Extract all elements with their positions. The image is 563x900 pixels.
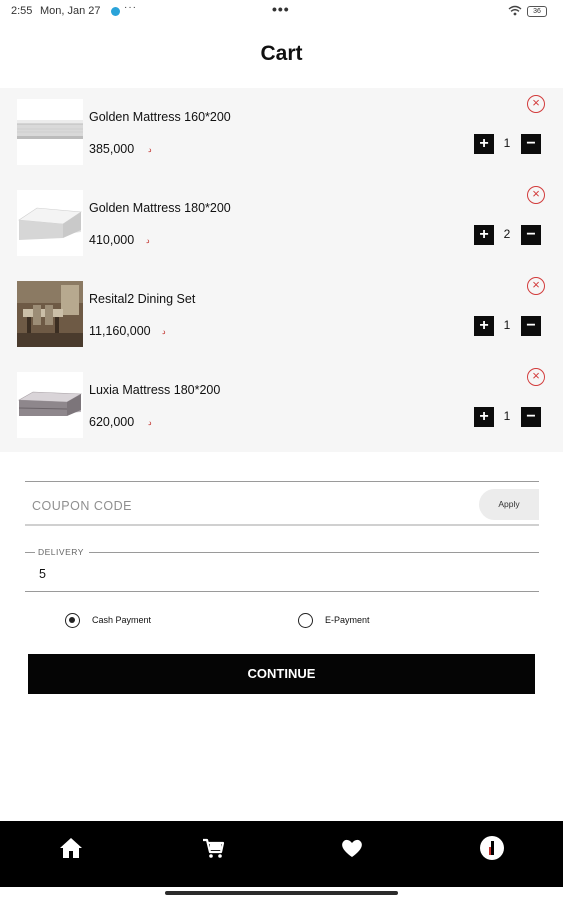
product-thumbnail[interactable] — [17, 190, 83, 256]
remove-item-button[interactable]: × — [527, 186, 545, 204]
product-name: Resital2 Dining Set — [89, 292, 196, 306]
delivery-value: 5 — [39, 567, 46, 581]
heart-icon[interactable] — [339, 835, 365, 861]
cart-list: Golden Mattress 160*200 385,000 د × + 1 … — [0, 88, 563, 452]
radio-button[interactable] — [298, 613, 313, 628]
product-name: Luxia Mattress 180*200 — [89, 383, 221, 397]
decrease-quantity-button[interactable]: − — [521, 225, 541, 245]
status-date: Mon, Jan 27 — [40, 5, 101, 17]
delivery-border-right — [89, 552, 539, 553]
product-name: Golden Mattress 160*200 — [89, 110, 231, 124]
product-price: 620,000 — [89, 415, 135, 429]
product-price: 11,160,000 — [89, 324, 151, 338]
cart-item: Resital2 Dining Set 11,160,000 د × + 1 − — [0, 270, 563, 361]
page-title: Cart — [260, 42, 303, 65]
delivery-border-left — [25, 552, 35, 553]
remove-item-button[interactable]: × — [527, 277, 545, 295]
payment-label: Cash Payment — [92, 615, 152, 625]
radio-dot — [69, 617, 75, 623]
increase-quantity-button[interactable]: + — [474, 134, 494, 154]
delivery-field[interactable]: DELIVERY 5 — [25, 547, 539, 592]
apply-coupon-button[interactable]: Apply — [479, 489, 539, 520]
increase-quantity-button[interactable]: + — [474, 225, 494, 245]
bottom-navigation — [0, 821, 563, 887]
cart-item: Luxia Mattress 180*200 620,000 د × + 1 − — [0, 361, 563, 452]
decrease-quantity-button[interactable]: − — [521, 316, 541, 336]
payment-label: E-Payment — [325, 615, 370, 625]
product-thumbnail[interactable] — [17, 99, 83, 165]
remove-item-button[interactable]: × — [527, 95, 545, 113]
decrease-quantity-button[interactable]: − — [521, 134, 541, 154]
profile-icon[interactable] — [479, 835, 505, 861]
status-bar: 2:55 Mon, Jan 27 ··· ••• 36 — [0, 0, 563, 24]
decrease-quantity-button[interactable]: − — [521, 407, 541, 427]
quantity-value: 2 — [503, 227, 511, 241]
status-center-dots: ••• — [272, 1, 290, 17]
quantity-value: 1 — [503, 409, 511, 423]
increase-quantity-button[interactable]: + — [474, 407, 494, 427]
product-price: 410,000 — [89, 233, 135, 247]
cart-item: Golden Mattress 180*200 410,000 د × + 2 … — [0, 179, 563, 270]
home-indicator[interactable] — [165, 891, 398, 895]
product-thumbnail[interactable] — [17, 281, 83, 347]
currency-symbol: د — [162, 327, 166, 336]
status-more-indicator: ··· — [124, 2, 137, 13]
product-thumbnail[interactable] — [17, 372, 83, 438]
currency-symbol: د — [148, 145, 152, 154]
cart-item: Golden Mattress 160*200 385,000 د × + 1 … — [0, 88, 563, 179]
home-icon[interactable] — [58, 835, 84, 861]
continue-button[interactable]: CONTINUE — [28, 654, 535, 694]
product-price: 385,000 — [89, 142, 135, 156]
remove-item-button[interactable]: × — [527, 368, 545, 386]
delivery-label: DELIVERY — [38, 547, 84, 557]
notification-dot-icon — [111, 7, 120, 16]
increase-quantity-button[interactable]: + — [474, 316, 494, 336]
coupon-placeholder: COUPON CODE — [32, 499, 132, 513]
battery-icon: 36 — [527, 6, 547, 17]
quantity-value: 1 — [503, 318, 511, 332]
coupon-field[interactable]: COUPON CODE Apply — [25, 481, 539, 526]
cart-icon[interactable] — [200, 835, 226, 861]
status-time: 2:55 — [11, 5, 33, 17]
wifi-icon — [508, 5, 522, 19]
currency-symbol: د — [146, 236, 150, 245]
radio-button-selected[interactable] — [65, 613, 80, 628]
currency-symbol: د — [148, 418, 152, 427]
product-name: Golden Mattress 180*200 — [89, 201, 231, 215]
quantity-value: 1 — [503, 136, 511, 150]
